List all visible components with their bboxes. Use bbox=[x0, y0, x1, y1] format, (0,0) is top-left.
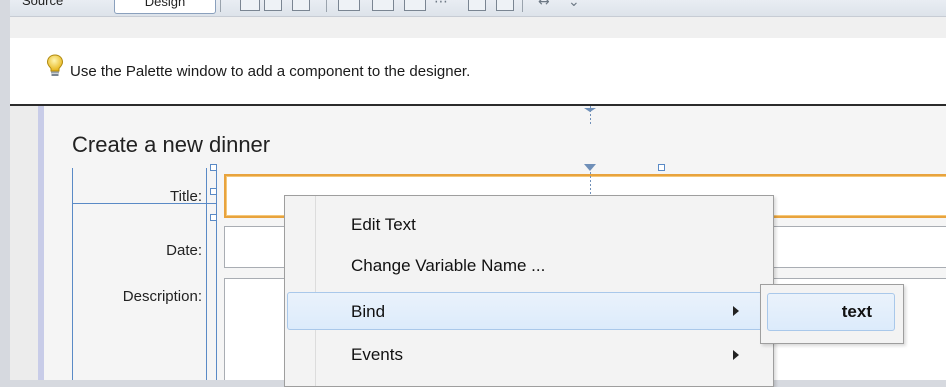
center-horizontally-icon[interactable] bbox=[404, 0, 426, 11]
resize-handle[interactable] bbox=[210, 214, 217, 221]
tab-source[interactable]: Source bbox=[14, 0, 71, 12]
menu-item-label: Change Variable Name ... bbox=[351, 256, 546, 275]
menu-item-change-variable-name[interactable]: Change Variable Name ... bbox=[287, 247, 771, 285]
preview-design-icon[interactable] bbox=[292, 0, 310, 11]
chevron-right-icon bbox=[733, 350, 739, 360]
grid-line bbox=[72, 168, 73, 380]
menu-item-edit-text[interactable]: Edit Text bbox=[287, 206, 771, 244]
date-label[interactable]: Date: bbox=[82, 242, 202, 259]
grid-line bbox=[206, 168, 207, 380]
connection-mode-icon[interactable] bbox=[264, 0, 282, 11]
form-heading[interactable]: Create a new dinner bbox=[72, 132, 270, 158]
lightbulb-icon bbox=[46, 54, 64, 76]
submenu-item-text[interactable]: text bbox=[767, 293, 895, 331]
submenu-item-label: text bbox=[841, 302, 872, 321]
title-label[interactable]: Title: bbox=[82, 188, 202, 205]
alignment-marker bbox=[584, 108, 596, 112]
layout-guide bbox=[590, 172, 591, 194]
grid-line bbox=[216, 168, 217, 380]
resize-handle[interactable] bbox=[210, 188, 217, 195]
menu-item-label: Edit Text bbox=[351, 215, 416, 234]
description-label[interactable]: Description: bbox=[82, 288, 202, 305]
menu-item-label: Events bbox=[351, 345, 403, 364]
menu-item-bind[interactable]: Bind bbox=[287, 292, 771, 330]
chevron-down-icon[interactable]: ⌄ bbox=[568, 0, 580, 10]
resize-handle[interactable] bbox=[210, 164, 217, 171]
palette-hint-bar: Use the Palette window to add a componen… bbox=[10, 38, 946, 106]
bind-submenu: text bbox=[760, 284, 904, 344]
resize-width-icon[interactable]: ↔ bbox=[538, 0, 550, 10]
resize-handle[interactable] bbox=[658, 164, 665, 171]
toolbar-separator bbox=[522, 0, 523, 12]
toolbar-separator bbox=[220, 0, 221, 12]
align-bottom-icon[interactable] bbox=[496, 0, 514, 11]
select-mode-icon[interactable] bbox=[240, 0, 260, 11]
chevron-right-icon bbox=[733, 306, 739, 316]
menu-item-label: Bind bbox=[351, 302, 386, 321]
align-top-icon[interactable] bbox=[468, 0, 486, 11]
toolbar-separator bbox=[326, 0, 327, 12]
align-left-icon[interactable] bbox=[338, 0, 360, 11]
align-more-icon[interactable]: ⋯ bbox=[434, 0, 448, 10]
alignment-marker bbox=[584, 164, 596, 171]
hint-text: Use the Palette window to add a componen… bbox=[70, 63, 471, 80]
align-right-icon[interactable] bbox=[372, 0, 394, 11]
context-menu: Edit Text Change Variable Name ... Bind … bbox=[284, 195, 774, 387]
menu-item-events[interactable]: Events bbox=[287, 336, 771, 374]
designer-toolbar: Source Design ⋯ ↔ ⌄ bbox=[10, 0, 946, 17]
tab-design[interactable]: Design bbox=[114, 0, 216, 14]
